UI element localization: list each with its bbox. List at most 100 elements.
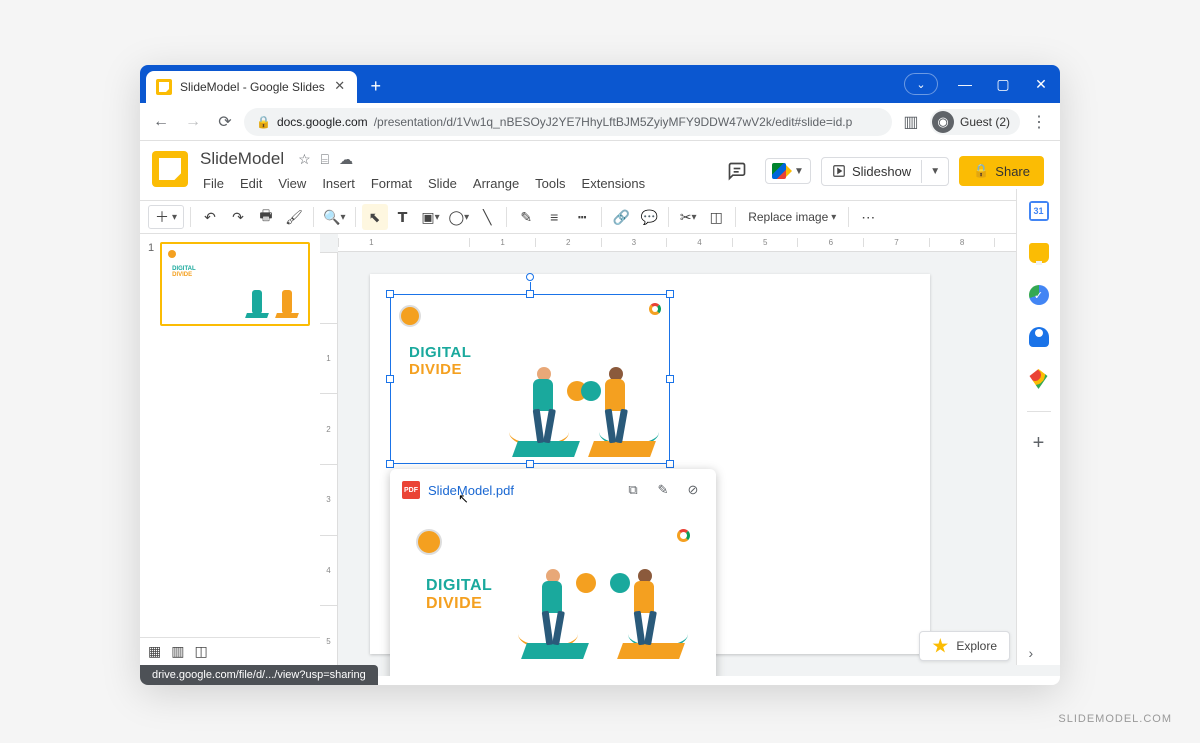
cursor-icon: ↖ [458,491,469,507]
copy-link-button[interactable]: ⧉ [622,479,644,501]
address-bar: ← → ⟳ 🔒 docs.google.com/presentation/d/1… [140,103,1060,141]
browser-tab[interactable]: SlideModel - Google Slides ✕ [146,71,357,103]
zoom-button[interactable]: 🔍▾ [320,204,348,230]
tab-search-button[interactable]: ⌄ [904,73,938,95]
slide-view-bar: ▦ ▥ ◫ [140,637,320,665]
url-domain: docs.google.com [277,115,368,129]
slides-logo-icon[interactable] [152,151,188,187]
print-button[interactable]: 🖶 [253,204,279,230]
slideshow-label: Slideshow [852,164,911,179]
canvas-area[interactable]: 1123456789 12345 DIGITALDIVID [320,234,1060,676]
remove-link-button[interactable]: ⊘ [682,479,704,501]
minimize-button[interactable]: ― [946,69,984,99]
vertical-ruler: 12345 [320,252,338,676]
redo-button[interactable]: ↷ [225,204,251,230]
selection-box[interactable]: DIGITALDIVIDE [390,294,670,464]
replace-image-button[interactable]: Replace image▾ [742,204,842,230]
play-icon [832,164,846,178]
move-icon[interactable]: ⌸ [321,151,329,168]
hide-panel-button[interactable]: › [1029,645,1049,665]
star-icon[interactable]: ☆ [298,151,311,168]
maximize-button[interactable]: ▢ [984,69,1022,99]
menu-format[interactable]: Format [364,173,419,194]
select-tool[interactable]: ⬉ [362,204,388,230]
border-weight-button[interactable]: ≡ [541,204,567,230]
toolbar: ＋▾ ↶ ↷ 🖶 🖌 🔍▾ ⬉ 𝗧 ▣▾ ◯▾ ╲ ✎ ≡ ┅ 🔗 💬 ✂▾ ◫… [140,200,1060,234]
rotate-handle[interactable] [526,273,534,281]
paint-format-button[interactable]: 🖌 [281,204,307,230]
textbox-tool[interactable]: 𝗧 [390,204,416,230]
mask-button[interactable]: ◫ [703,204,729,230]
lock-icon: 🔒 [973,163,989,179]
slides-favicon [156,79,172,95]
forward-button[interactable]: → [180,109,206,135]
document-title[interactable]: SlideModel [196,147,288,171]
keep-icon[interactable] [1029,243,1049,263]
grid-view-button[interactable]: ▦ [148,643,161,660]
explore-star-icon [932,638,948,654]
slide-thumbnail[interactable]: DIGITALDIVIDE [160,242,310,326]
menu-view[interactable]: View [271,173,313,194]
new-slide-button[interactable]: ＋▾ [148,205,184,229]
slide-number: 1 [148,242,154,326]
menu-insert[interactable]: Insert [315,173,362,194]
lock-icon: 🔒 [256,115,271,129]
app-header: SlideModel ☆ ⌸ ☁ FileEditViewInsertForma… [140,141,1060,194]
calendar-icon[interactable] [1029,201,1049,221]
border-color-button[interactable]: ✎ [513,204,539,230]
slide-canvas[interactable]: DIGITALDIVIDE PDF [370,274,930,654]
link-button[interactable]: 🔗 [608,204,634,230]
tasks-icon[interactable] [1029,285,1049,305]
slide-image: DIGITALDIVIDE [391,295,669,463]
url-input[interactable]: 🔒 docs.google.com/presentation/d/1Vw1q_n… [244,108,892,136]
crop-button[interactable]: ✂▾ [675,204,701,230]
tab-title: SlideModel - Google Slides [180,80,325,94]
line-tool[interactable]: ╲ [474,204,500,230]
cloud-status-icon[interactable]: ☁ [339,151,353,168]
chrome-titlebar: SlideModel - Google Slides ✕ + ⌄ ― ▢ ✕ [140,65,1060,103]
maps-icon[interactable] [1029,369,1049,389]
share-button[interactable]: 🔒 Share [959,156,1044,186]
shape-tool[interactable]: ◯▾ [446,204,473,230]
filmstrip-toggle[interactable]: ◫ [194,643,207,660]
menu-tools[interactable]: Tools [528,173,572,194]
horizontal-ruler: 1123456789 [338,234,1060,252]
new-tab-button[interactable]: + [363,74,389,100]
meet-button[interactable]: ▼ [765,158,811,184]
slideshow-button[interactable]: Slideshow ▼ [821,157,949,186]
url-path: /presentation/d/1Vw1q_nBESOyJ2YE7HhyLftB… [374,115,853,129]
explore-button[interactable]: Explore [919,631,1010,661]
menu-file[interactable]: File [196,173,231,194]
back-button[interactable]: ← [148,109,174,135]
tab-close-button[interactable]: ✕ [333,80,347,94]
comments-button[interactable] [719,153,755,189]
link-filename[interactable]: SlideModel.pdf ↖ [428,483,614,498]
share-label: Share [995,164,1030,179]
link-preview-popup: PDF SlideModel.pdf ↖ ⧉ ✎ ⊘ [390,469,716,676]
profile-button[interactable]: ◉ Guest (2) [930,109,1020,135]
addons-button[interactable]: + [1029,434,1049,454]
border-dash-button[interactable]: ┅ [569,204,595,230]
undo-button[interactable]: ↶ [197,204,223,230]
menu-arrange[interactable]: Arrange [466,173,526,194]
slideshow-dropdown[interactable]: ▼ [921,160,948,183]
menu-edit[interactable]: Edit [233,173,269,194]
side-panel-rail: + › [1016,189,1060,665]
meet-icon [772,163,792,179]
image-tool[interactable]: ▣▾ [418,204,444,230]
close-window-button[interactable]: ✕ [1022,69,1060,99]
comment-button[interactable]: 💬 [636,204,662,230]
menu-slide[interactable]: Slide [421,173,464,194]
caret-down-icon: ▼ [794,166,804,177]
chrome-menu-button[interactable]: ⋮ [1026,109,1052,135]
menu-extensions[interactable]: Extensions [575,173,653,194]
window-controls: ⌄ ― ▢ ✕ [904,65,1060,103]
reload-button[interactable]: ⟳ [212,109,238,135]
reading-list-icon[interactable]: ▥ [898,109,924,135]
filmstrip-view-button[interactable]: ▥ [171,643,184,660]
status-bar: drive.google.com/file/d/.../view?usp=sha… [140,665,378,685]
edit-link-button[interactable]: ✎ [652,479,674,501]
contacts-icon[interactable] [1029,327,1049,347]
more-tools-button[interactable]: ⋯ [855,204,881,230]
link-preview-thumb[interactable]: DIGITALDIVIDE [390,511,716,671]
